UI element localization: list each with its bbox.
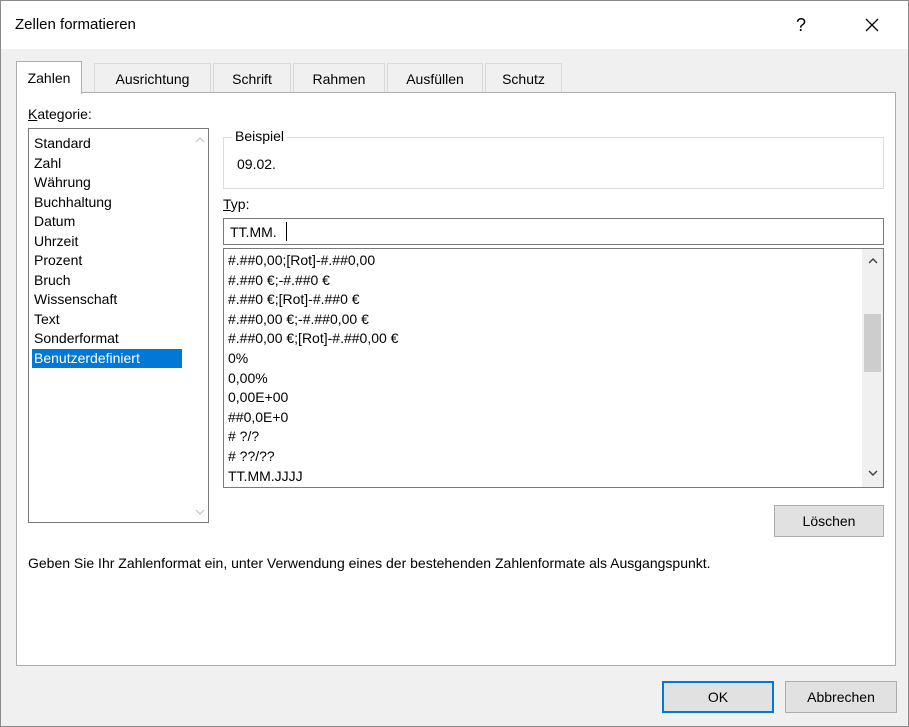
format-scrollbar[interactable] (862, 249, 883, 487)
category-item-benutzerdefiniert[interactable]: Benutzerdefiniert (32, 348, 182, 368)
category-scrollbar[interactable] (191, 129, 208, 522)
format-item[interactable]: # ?/? (228, 427, 259, 447)
tab-ausrichtung[interactable]: Ausrichtung (94, 63, 211, 93)
format-item[interactable]: #.##0,00 €;-#.##0,00 € (228, 310, 369, 330)
ok-button[interactable]: OK (662, 681, 774, 713)
sample-value: 09.02. (237, 156, 276, 172)
tab-rahmen[interactable]: Rahmen (293, 63, 385, 93)
close-button[interactable] (850, 9, 894, 41)
category-item-buchhaltung[interactable]: Buchhaltung (32, 193, 114, 213)
help-button[interactable]: ? (779, 9, 823, 41)
format-item[interactable]: TT.MM.JJJJ (228, 467, 303, 487)
scroll-thumb[interactable] (864, 314, 881, 372)
format-item[interactable]: #.##0,00;[Rot]-#.##0,00 (228, 251, 375, 271)
sample-label: Beispiel (232, 128, 288, 144)
format-item[interactable]: # ??/?? (228, 447, 275, 467)
format-item[interactable]: #.##0 €;-#.##0 € (228, 271, 330, 291)
close-icon (865, 18, 879, 32)
scroll-up-icon[interactable] (191, 131, 208, 148)
category-item-sonderformat[interactable]: Sonderformat (32, 329, 121, 349)
category-item-waehrung[interactable]: Währung (32, 173, 93, 193)
scroll-down-icon[interactable] (864, 464, 881, 481)
hint-text: Geben Sie Ihr Zahlenformat ein, unter Ve… (28, 555, 711, 571)
format-item[interactable]: 0,00E+00 (228, 388, 288, 408)
tab-ausfuellen[interactable]: Ausfüllen (387, 63, 483, 93)
format-item[interactable]: ##0,0E+0 (228, 408, 288, 428)
category-item-prozent[interactable]: Prozent (32, 251, 84, 271)
tab-zahlen[interactable]: Zahlen (16, 61, 82, 94)
scroll-down-icon[interactable] (191, 503, 208, 520)
delete-button[interactable]: Löschen (774, 505, 884, 537)
tab-schrift[interactable]: Schrift (213, 63, 291, 93)
cancel-button[interactable]: Abbrechen (785, 681, 897, 713)
category-label: Kategorie: (28, 106, 92, 122)
text-caret (286, 222, 287, 241)
type-input[interactable] (223, 218, 884, 245)
zahlen-panel: Kategorie: Standard Zahl Währung Buchhal… (16, 92, 896, 666)
category-item-datum[interactable]: Datum (32, 212, 77, 232)
category-item-wissenschaft[interactable]: Wissenschaft (32, 290, 119, 310)
dialog-title: Zellen formatieren (15, 16, 136, 33)
category-item-zahl[interactable]: Zahl (32, 154, 63, 174)
format-list[interactable]: #.##0,00;[Rot]-#.##0,00 #.##0 €;-#.##0 €… (223, 248, 884, 488)
format-cells-dialog: Zellen formatieren ? Zahlen Ausrichtung … (0, 0, 909, 727)
tab-schutz[interactable]: Schutz (485, 63, 562, 93)
title-bar: Zellen formatieren ? (1, 1, 908, 49)
category-item-text[interactable]: Text (32, 310, 62, 330)
category-item-standard[interactable]: Standard (32, 134, 93, 154)
category-item-uhrzeit[interactable]: Uhrzeit (32, 232, 80, 252)
scroll-up-icon[interactable] (864, 252, 881, 269)
category-list[interactable]: Standard Zahl Währung Buchhaltung Datum … (28, 128, 209, 523)
format-item[interactable]: 0,00% (228, 369, 268, 389)
format-item[interactable]: #.##0,00 €;[Rot]-#.##0,00 € (228, 329, 398, 349)
format-item[interactable]: 0% (228, 349, 248, 369)
sample-group: Beispiel 09.02. (223, 128, 884, 189)
format-item[interactable]: #.##0 €;[Rot]-#.##0 € (228, 290, 360, 310)
type-label: Typ: (223, 196, 250, 212)
category-item-bruch[interactable]: Bruch (32, 271, 73, 291)
